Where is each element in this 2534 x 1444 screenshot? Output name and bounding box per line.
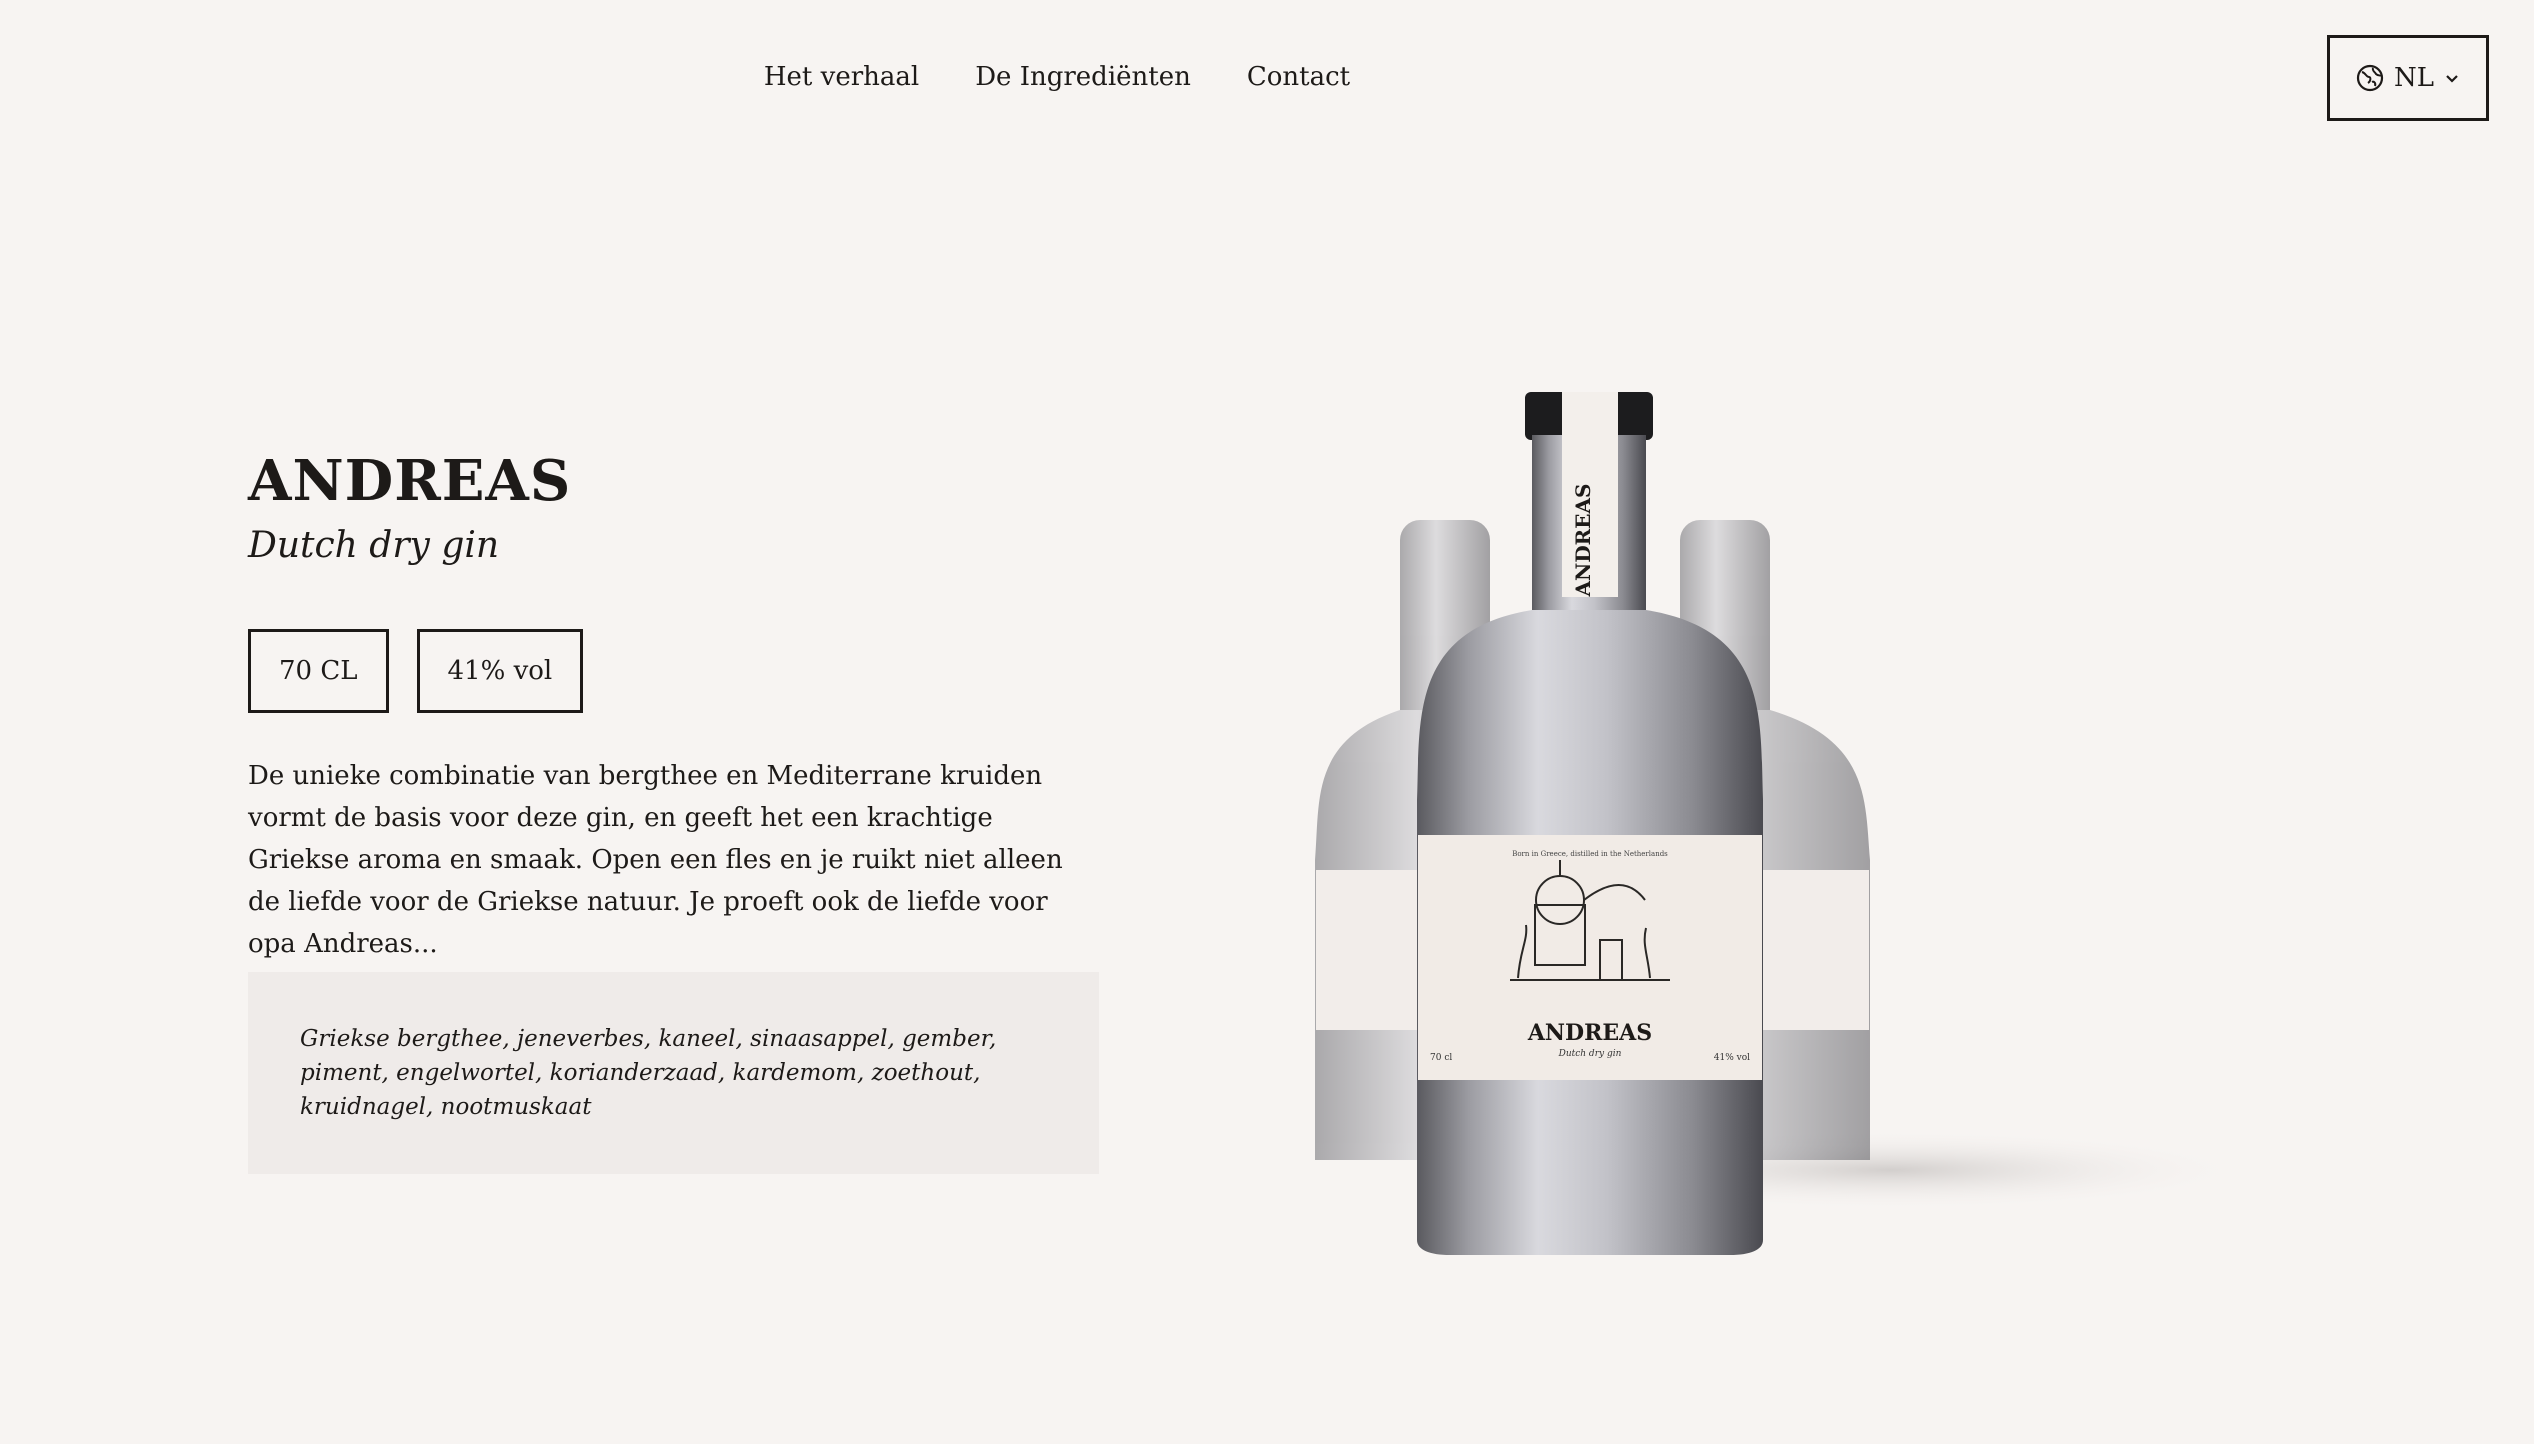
chevron-down-icon — [2444, 70, 2460, 86]
svg-text:Born in Greece, distilled in t: Born in Greece, distilled in the Netherl… — [1512, 850, 1668, 858]
product-description: De unieke combinatie van bergthee en Med… — [248, 761, 1063, 959]
product-subtitle: Dutch dry gin — [248, 525, 500, 566]
svg-text:41% vol: 41% vol — [1714, 1053, 1750, 1063]
product-image: ANDREAS Born in Greece, distilled in the… — [1270, 380, 2250, 1280]
svg-text:70 cl: 70 cl — [1430, 1053, 1452, 1063]
svg-text:Dutch dry gin: Dutch dry gin — [1558, 1049, 1622, 1059]
product-title: ANDREAS — [248, 448, 572, 514]
neck-label-text: ANDREAS — [1571, 484, 1595, 598]
nav-link-ingredienten[interactable]: De Ingrediënten — [975, 62, 1191, 92]
language-code: NL — [2393, 63, 2434, 93]
globe-icon — [2356, 64, 2384, 92]
nav-link-het-verhaal[interactable]: Het verhaal — [764, 62, 919, 92]
main-nav: Het verhaal De Ingrediënten Contact — [0, 62, 2324, 92]
bottle-label-name: ANDREAS — [1527, 1020, 1652, 1046]
nav-link-contact[interactable]: Contact — [1247, 62, 1350, 92]
language-selector[interactable]: NL — [2327, 35, 2489, 121]
abv-badge: 41% vol — [416, 629, 584, 713]
volume-badge: 70 CL — [248, 629, 389, 713]
ingredients-box: Griekse bergthee, jeneverbes, kaneel, si… — [248, 972, 1099, 1174]
ingredients-text: Griekse bergthee, jeneverbes, kaneel, si… — [300, 1026, 997, 1120]
product-badges: 70 CL 41% vol — [248, 629, 584, 713]
